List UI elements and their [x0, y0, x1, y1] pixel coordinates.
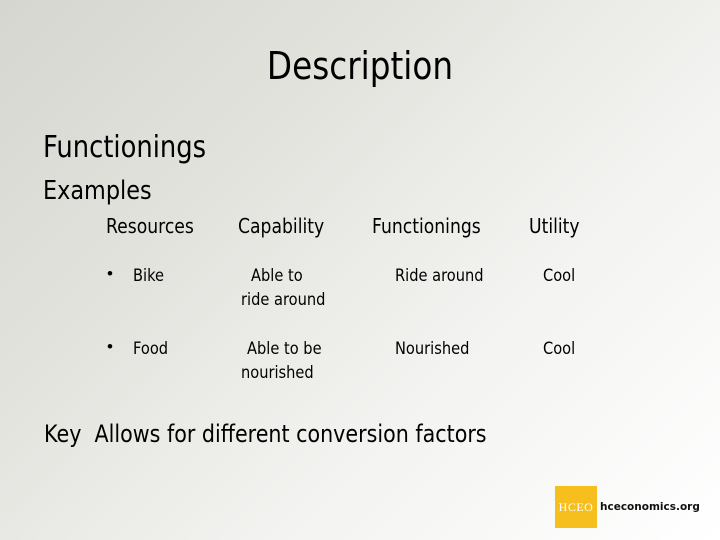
key-label: Key [44, 420, 82, 448]
section-subheading: Examples [43, 176, 152, 206]
header-resources: Resources [106, 214, 194, 238]
hceo-site-text: hceconomics.org [600, 501, 700, 513]
bullet-icon: • [107, 337, 113, 356]
resource-cell: Food [133, 339, 169, 359]
key-text: Allows for different conversion factors [94, 420, 487, 448]
capability-cell-line2: ride around [241, 290, 326, 310]
hceo-logo: HCEO hceconomics.org [555, 486, 700, 528]
functioning-cell: Nourished [395, 339, 470, 359]
utility-cell: Cool [543, 266, 576, 286]
header-capability: Capability [238, 214, 325, 238]
utility-cell: Cool [543, 339, 576, 359]
capability-cell-line1: Able to be [247, 339, 322, 359]
bullet-icon: • [107, 264, 113, 283]
header-functionings: Functionings [372, 214, 481, 238]
capability-cell-line2: nourished [241, 363, 314, 383]
section-heading: Functionings [43, 130, 207, 165]
header-utility: Utility [529, 214, 580, 238]
resource-cell: Bike [133, 266, 165, 286]
hceo-logo-mark: HCEO [555, 486, 597, 528]
capability-cell-line1: Able to [251, 266, 303, 286]
key-statement: Key Allows for different conversion fact… [44, 420, 487, 448]
functioning-cell: Ride around [395, 266, 484, 286]
slide-title: Description [266, 44, 454, 88]
